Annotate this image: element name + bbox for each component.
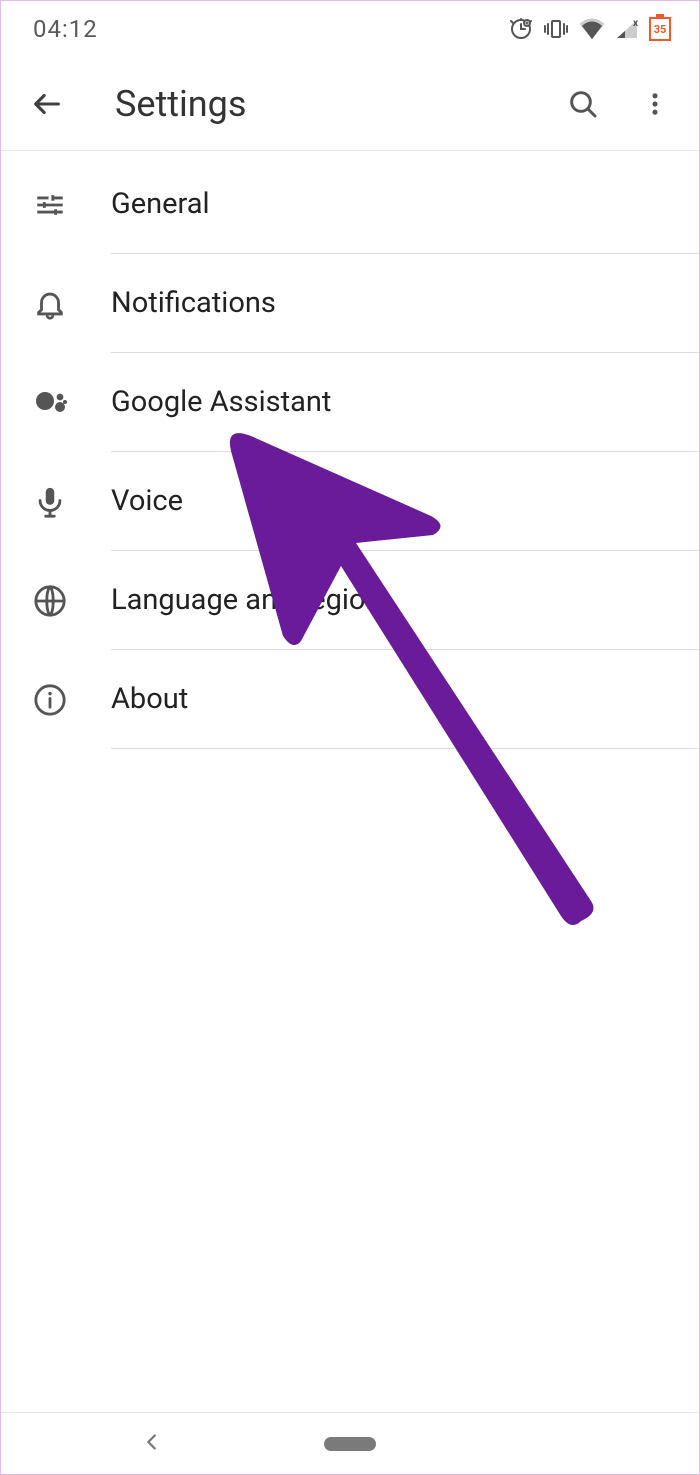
- battery-icon: 35: [649, 17, 671, 41]
- settings-item-about[interactable]: About: [1, 650, 699, 749]
- status-time: 04:12: [33, 15, 98, 43]
- arrow-left-icon: [30, 87, 64, 121]
- more-vert-icon: [641, 90, 669, 118]
- battery-level-label: 35: [654, 23, 667, 36]
- settings-item-label: Google Assistant: [111, 353, 699, 452]
- globe-icon: [33, 584, 111, 618]
- more-button[interactable]: [631, 80, 679, 128]
- app-bar: Settings: [1, 57, 699, 151]
- settings-item-voice[interactable]: Voice: [1, 452, 699, 551]
- microphone-icon: [33, 485, 111, 519]
- tune-icon: [33, 188, 111, 222]
- settings-item-label: Voice: [111, 452, 699, 551]
- search-icon: [567, 88, 599, 120]
- settings-item-label: About: [111, 650, 699, 749]
- nav-home-pill[interactable]: [324, 1437, 376, 1451]
- settings-list: General Notifications Google Assistant V…: [1, 151, 699, 749]
- page-title: Settings: [115, 83, 535, 125]
- info-icon: [33, 683, 111, 717]
- svg-text:x: x: [633, 18, 639, 29]
- settings-item-general[interactable]: General: [1, 155, 699, 254]
- settings-item-language-region[interactable]: Language and region: [1, 551, 699, 650]
- mobile-signal-icon: x: [615, 18, 639, 40]
- nav-back-button[interactable]: [141, 1431, 163, 1457]
- chevron-left-icon: [141, 1431, 163, 1453]
- settings-item-label: Notifications: [111, 254, 699, 353]
- system-nav-bar: [1, 1412, 699, 1474]
- status-bar: 04:12 x: [1, 1, 699, 57]
- back-button[interactable]: [23, 80, 71, 128]
- bell-icon: [33, 287, 111, 321]
- vibrate-icon: [543, 17, 569, 41]
- settings-item-notifications[interactable]: Notifications: [1, 254, 699, 353]
- settings-item-google-assistant[interactable]: Google Assistant: [1, 353, 699, 452]
- wifi-icon: [579, 18, 605, 40]
- alarm-icon: [509, 17, 533, 41]
- status-icons: x 35: [509, 17, 671, 41]
- settings-item-label: Language and region: [111, 551, 699, 650]
- google-assistant-icon: [33, 385, 111, 421]
- search-button[interactable]: [559, 80, 607, 128]
- settings-item-label: General: [111, 155, 699, 254]
